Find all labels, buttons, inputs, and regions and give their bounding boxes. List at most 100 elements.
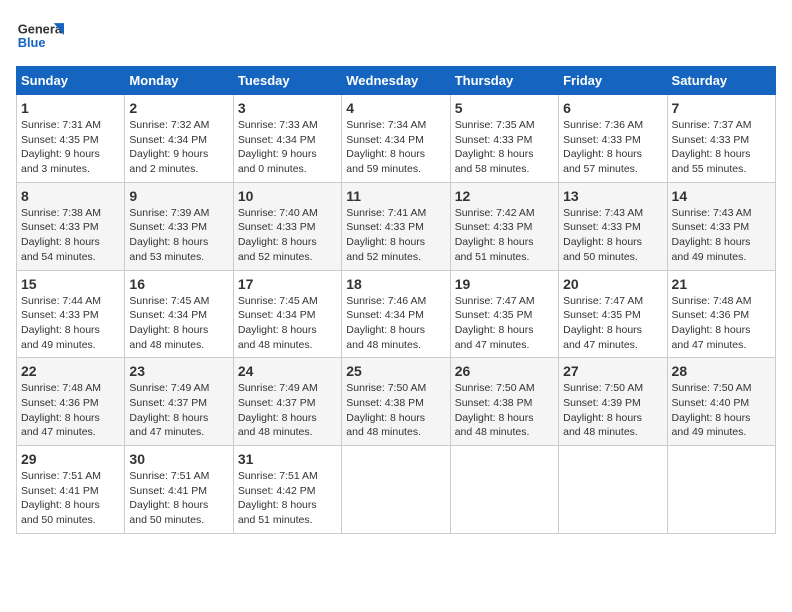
day-cell: 1Sunrise: 7:31 AMSunset: 4:35 PMDaylight… — [17, 95, 125, 183]
col-header-sunday: Sunday — [17, 67, 125, 95]
day-info: Sunrise: 7:45 AMSunset: 4:34 PMDaylight:… — [129, 294, 228, 353]
day-cell: 8 Sunrise: 7:38 AMSunset: 4:33 PMDaylight… — [17, 182, 125, 270]
day-number: 7 — [672, 100, 771, 116]
day-cell — [667, 446, 775, 534]
day-cell: 13 Sunrise: 7:43 AMSunset: 4:33 PMDayligh… — [559, 182, 667, 270]
day-info: Sunrise: 7:33 AMSunset: 4:34 PMDaylight:… — [238, 118, 337, 177]
day-cell: 19 Sunrise: 7:47 AMSunset: 4:35 PMDayligh… — [450, 270, 558, 358]
day-number: 12 — [455, 188, 554, 204]
day-cell: 5 Sunrise: 7:35 AMSunset: 4:33 PMDaylight… — [450, 95, 558, 183]
day-cell: 14 Sunrise: 7:43 AMSunset: 4:33 PMDayligh… — [667, 182, 775, 270]
col-header-wednesday: Wednesday — [342, 67, 450, 95]
header-row: SundayMondayTuesdayWednesdayThursdayFrid… — [17, 67, 776, 95]
day-cell: 10Sunrise: 7:40 AMSunset: 4:33 PMDayligh… — [233, 182, 341, 270]
day-info: Sunrise: 7:35 AMSunset: 4:33 PMDaylight:… — [455, 118, 554, 177]
day-cell: 20 Sunrise: 7:47 AMSunset: 4:35 PMDayligh… — [559, 270, 667, 358]
day-cell: 29 Sunrise: 7:51 AMSunset: 4:41 PMDayligh… — [17, 446, 125, 534]
day-cell: 18 Sunrise: 7:46 AMSunset: 4:34 PMDayligh… — [342, 270, 450, 358]
day-cell: 24 Sunrise: 7:49 AMSunset: 4:37 PMDayligh… — [233, 358, 341, 446]
week-row-3: 15 Sunrise: 7:44 AMSunset: 4:33 PMDayligh… — [17, 270, 776, 358]
day-info: Sunrise: 7:49 AMSunset: 4:37 PMDaylight:… — [238, 381, 337, 440]
generalblue-logo-icon: General Blue — [16, 16, 64, 56]
day-cell: 26Sunrise: 7:50 AMSunset: 4:38 PMDayligh… — [450, 358, 558, 446]
day-number: 14 — [672, 188, 771, 204]
day-info: Sunrise: 7:45 AMSunset: 4:34 PMDaylight:… — [238, 294, 337, 353]
day-number: 29 — [21, 451, 120, 467]
day-info: Sunrise: 7:40 AMSunset: 4:33 PMDaylight:… — [238, 206, 337, 265]
day-number: 18 — [346, 276, 445, 292]
svg-text:Blue: Blue — [18, 35, 46, 50]
day-number: 31 — [238, 451, 337, 467]
day-cell: 11 Sunrise: 7:41 AMSunset: 4:33 PMDayligh… — [342, 182, 450, 270]
day-info: Sunrise: 7:43 AMSunset: 4:33 PMDaylight:… — [672, 206, 771, 265]
day-number: 25 — [346, 363, 445, 379]
day-cell: 25 Sunrise: 7:50 AMSunset: 4:38 PMDayligh… — [342, 358, 450, 446]
day-number: 26 — [455, 363, 554, 379]
day-info: Sunrise: 7:48 AMSunset: 4:36 PMDaylight:… — [21, 381, 120, 440]
day-info: Sunrise: 7:43 AMSunset: 4:33 PMDaylight:… — [563, 206, 662, 265]
day-info: Sunrise: 7:50 AMSunset: 4:40 PMDaylight:… — [672, 381, 771, 440]
day-cell: 6 Sunrise: 7:36 AMSunset: 4:33 PMDaylight… — [559, 95, 667, 183]
day-info: Sunrise: 7:46 AMSunset: 4:34 PMDaylight:… — [346, 294, 445, 353]
day-info: Sunrise: 7:51 AMSunset: 4:41 PMDaylight:… — [21, 469, 120, 528]
day-info: Sunrise: 7:36 AMSunset: 4:33 PMDaylight:… — [563, 118, 662, 177]
day-info: Sunrise: 7:47 AMSunset: 4:35 PMDaylight:… — [455, 294, 554, 353]
day-number: 2 — [129, 100, 228, 116]
day-info: Sunrise: 7:31 AMSunset: 4:35 PMDaylight:… — [21, 118, 120, 177]
day-info: Sunrise: 7:47 AMSunset: 4:35 PMDaylight:… — [563, 294, 662, 353]
day-cell: 3 Sunrise: 7:33 AMSunset: 4:34 PMDaylight… — [233, 95, 341, 183]
day-cell — [559, 446, 667, 534]
col-header-thursday: Thursday — [450, 67, 558, 95]
day-number: 5 — [455, 100, 554, 116]
day-cell — [450, 446, 558, 534]
week-row-5: 29 Sunrise: 7:51 AMSunset: 4:41 PMDayligh… — [17, 446, 776, 534]
col-header-tuesday: Tuesday — [233, 67, 341, 95]
day-number: 15 — [21, 276, 120, 292]
day-number: 23 — [129, 363, 228, 379]
week-row-4: 22Sunrise: 7:48 AMSunset: 4:36 PMDayligh… — [17, 358, 776, 446]
day-cell: 17 Sunrise: 7:45 AMSunset: 4:34 PMDayligh… — [233, 270, 341, 358]
week-row-2: 8 Sunrise: 7:38 AMSunset: 4:33 PMDaylight… — [17, 182, 776, 270]
day-cell: 15 Sunrise: 7:44 AMSunset: 4:33 PMDayligh… — [17, 270, 125, 358]
day-number: 21 — [672, 276, 771, 292]
day-info: Sunrise: 7:39 AMSunset: 4:33 PMDaylight:… — [129, 206, 228, 265]
day-info: Sunrise: 7:50 AMSunset: 4:39 PMDaylight:… — [563, 381, 662, 440]
day-cell: 9 Sunrise: 7:39 AMSunset: 4:33 PMDaylight… — [125, 182, 233, 270]
day-number: 27 — [563, 363, 662, 379]
day-number: 8 — [21, 188, 120, 204]
day-info: Sunrise: 7:49 AMSunset: 4:37 PMDaylight:… — [129, 381, 228, 440]
day-cell: 27 Sunrise: 7:50 AMSunset: 4:39 PMDayligh… — [559, 358, 667, 446]
day-cell: 30 Sunrise: 7:51 AMSunset: 4:41 PMDayligh… — [125, 446, 233, 534]
day-info: Sunrise: 7:51 AMSunset: 4:42 PMDaylight:… — [238, 469, 337, 528]
day-number: 11 — [346, 188, 445, 204]
day-number: 28 — [672, 363, 771, 379]
day-number: 19 — [455, 276, 554, 292]
day-number: 17 — [238, 276, 337, 292]
logo: General Blue — [16, 16, 64, 56]
day-number: 6 — [563, 100, 662, 116]
day-info: Sunrise: 7:42 AMSunset: 4:33 PMDaylight:… — [455, 206, 554, 265]
day-number: 3 — [238, 100, 337, 116]
day-cell: 23 Sunrise: 7:49 AMSunset: 4:37 PMDayligh… — [125, 358, 233, 446]
day-number: 4 — [346, 100, 445, 116]
day-cell: 28 Sunrise: 7:50 AMSunset: 4:40 PMDayligh… — [667, 358, 775, 446]
day-info: Sunrise: 7:51 AMSunset: 4:41 PMDaylight:… — [129, 469, 228, 528]
day-number: 20 — [563, 276, 662, 292]
day-cell: 31 Sunrise: 7:51 AMSunset: 4:42 PMDayligh… — [233, 446, 341, 534]
day-number: 13 — [563, 188, 662, 204]
day-cell — [342, 446, 450, 534]
calendar-table: SundayMondayTuesdayWednesdayThursdayFrid… — [16, 66, 776, 534]
day-cell: 2Sunrise: 7:32 AMSunset: 4:34 PMDaylight… — [125, 95, 233, 183]
day-info: Sunrise: 7:48 AMSunset: 4:36 PMDaylight:… — [672, 294, 771, 353]
col-header-friday: Friday — [559, 67, 667, 95]
day-info: Sunrise: 7:41 AMSunset: 4:33 PMDaylight:… — [346, 206, 445, 265]
day-number: 9 — [129, 188, 228, 204]
week-row-1: 1Sunrise: 7:31 AMSunset: 4:35 PMDaylight… — [17, 95, 776, 183]
day-number: 24 — [238, 363, 337, 379]
day-info: Sunrise: 7:44 AMSunset: 4:33 PMDaylight:… — [21, 294, 120, 353]
day-cell: 12 Sunrise: 7:42 AMSunset: 4:33 PMDayligh… — [450, 182, 558, 270]
day-info: Sunrise: 7:37 AMSunset: 4:33 PMDaylight:… — [672, 118, 771, 177]
day-number: 30 — [129, 451, 228, 467]
day-info: Sunrise: 7:38 AMSunset: 4:33 PMDaylight:… — [21, 206, 120, 265]
day-info: Sunrise: 7:50 AMSunset: 4:38 PMDaylight:… — [346, 381, 445, 440]
